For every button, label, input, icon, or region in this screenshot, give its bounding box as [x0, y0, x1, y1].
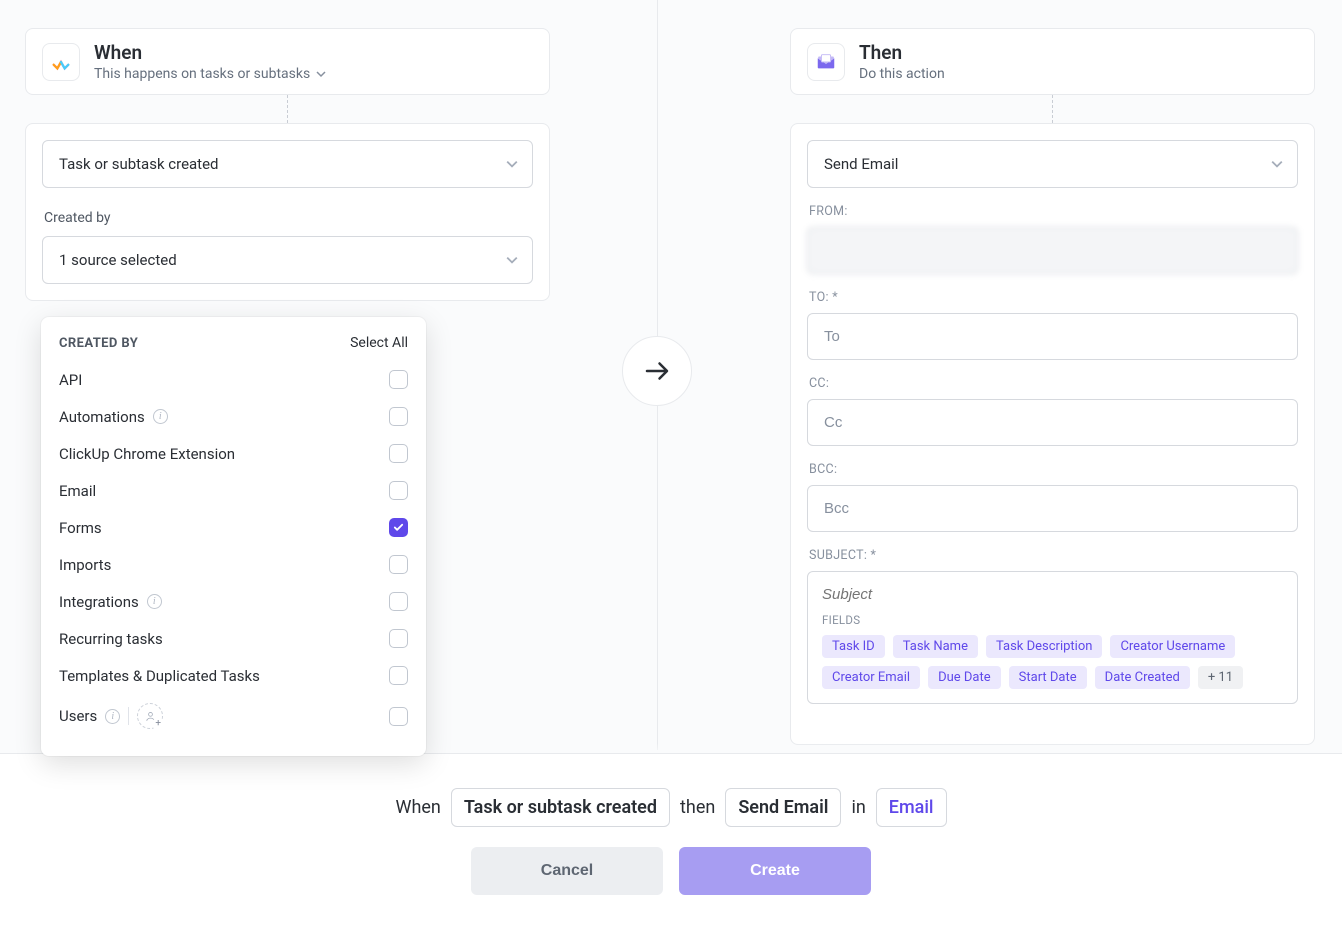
chevron-down-icon	[316, 69, 326, 79]
to-input[interactable]	[807, 313, 1298, 360]
field-chip-more[interactable]: + 11	[1198, 666, 1243, 689]
option-label: Email	[59, 482, 96, 500]
option-label: Imports	[59, 556, 111, 574]
from-label: FROM:	[809, 204, 1298, 219]
cc-input[interactable]	[807, 399, 1298, 446]
option-checkbox[interactable]	[389, 370, 408, 389]
chevron-down-icon	[506, 158, 518, 170]
option-checkbox[interactable]	[389, 629, 408, 648]
created-by-option[interactable]: Integrations i	[59, 583, 408, 620]
when-header[interactable]: When This happens on tasks or subtasks	[25, 28, 550, 95]
created-by-option[interactable]: Recurring tasks	[59, 620, 408, 657]
field-chip[interactable]: Creator Email	[822, 666, 920, 689]
bcc-input[interactable]	[807, 485, 1298, 532]
clickup-icon	[42, 43, 80, 81]
created-by-option[interactable]: ClickUp Chrome Extension	[59, 435, 408, 472]
trigger-select[interactable]: Task or subtask created	[42, 140, 533, 188]
option-checkbox[interactable]	[389, 666, 408, 685]
action-select[interactable]: Send Email	[807, 140, 1298, 188]
option-checkbox[interactable]	[389, 707, 408, 726]
sentence-trigger-pill[interactable]: Task or subtask created	[451, 788, 670, 827]
field-chip[interactable]: Due Date	[928, 666, 1001, 689]
then-header[interactable]: Then Do this action	[790, 28, 1315, 95]
option-label: Recurring tasks	[59, 630, 163, 648]
option-checkbox[interactable]	[389, 518, 408, 537]
from-input[interactable]	[807, 227, 1298, 274]
when-title: When	[94, 41, 326, 64]
subject-label: SUBJECT: *	[809, 548, 1298, 563]
email-icon	[807, 43, 845, 81]
cancel-button[interactable]: Cancel	[471, 847, 663, 895]
create-button[interactable]: Create	[679, 847, 871, 895]
field-chip[interactable]: Task Description	[986, 635, 1102, 658]
option-label: Forms	[59, 519, 102, 537]
bcc-label: BCC:	[809, 462, 1298, 477]
field-chip[interactable]: Date Created	[1095, 666, 1190, 689]
created-by-option[interactable]: Templates & Duplicated Tasks	[59, 657, 408, 694]
option-label: Automations	[59, 408, 145, 426]
then-body: Send Email FROM: TO: * CC: BCC: SUBJECT:…	[790, 123, 1315, 745]
field-chip[interactable]: Creator Username	[1110, 635, 1235, 658]
chevron-down-icon	[1271, 158, 1283, 170]
created-by-option[interactable]: Imports	[59, 546, 408, 583]
option-label: Users	[59, 707, 97, 725]
field-chip[interactable]: Task ID	[822, 635, 885, 658]
subject-box: FIELDS Task ID Task Name Task Description C…	[807, 571, 1298, 704]
sentence-action-pill[interactable]: Send Email	[725, 788, 841, 827]
field-chip[interactable]: Task Name	[893, 635, 978, 658]
option-checkbox[interactable]	[389, 407, 408, 426]
flow-arrow-icon	[622, 336, 692, 406]
automation-sentence: When Task or subtask created then Send E…	[395, 788, 946, 827]
created-by-option[interactable]: Forms	[59, 509, 408, 546]
then-title: Then	[859, 41, 945, 64]
created-by-popover: CREATED BY Select All API Automations i Cli…	[41, 317, 426, 756]
fields-label: FIELDS	[822, 613, 1283, 627]
field-chip[interactable]: Start Date	[1009, 666, 1087, 689]
created-by-label: Created by	[44, 210, 533, 226]
subject-input[interactable]	[822, 584, 1283, 613]
created-by-option[interactable]: Automations i	[59, 398, 408, 435]
created-by-select[interactable]: 1 source selected	[42, 236, 533, 284]
option-label: Integrations	[59, 593, 139, 611]
select-all-button[interactable]: Select All	[350, 335, 408, 351]
option-label: ClickUp Chrome Extension	[59, 445, 235, 463]
option-checkbox[interactable]	[389, 555, 408, 574]
cc-label: CC:	[809, 376, 1298, 391]
then-subtitle: Do this action	[859, 66, 945, 82]
chevron-down-icon	[506, 254, 518, 266]
when-body: Task or subtask created Created by 1 sou…	[25, 123, 550, 301]
footer: When Task or subtask created then Send E…	[0, 753, 1342, 928]
created-by-option[interactable]: Usersi	[59, 694, 408, 738]
info-icon[interactable]: i	[105, 709, 120, 724]
when-subtitle[interactable]: This happens on tasks or subtasks	[94, 66, 326, 82]
created-by-option[interactable]: Email	[59, 472, 408, 509]
add-user-icon[interactable]	[137, 703, 163, 729]
option-label: API	[59, 371, 82, 389]
sentence-scope-pill[interactable]: Email	[876, 788, 947, 827]
info-icon[interactable]: i	[153, 409, 168, 424]
option-checkbox[interactable]	[389, 481, 408, 500]
popover-title: CREATED BY	[59, 336, 138, 351]
to-label: TO: *	[809, 290, 1298, 305]
option-checkbox[interactable]	[389, 592, 408, 611]
option-checkbox[interactable]	[389, 444, 408, 463]
option-label: Templates & Duplicated Tasks	[59, 667, 260, 685]
created-by-option[interactable]: API	[59, 361, 408, 398]
info-icon[interactable]: i	[147, 594, 162, 609]
